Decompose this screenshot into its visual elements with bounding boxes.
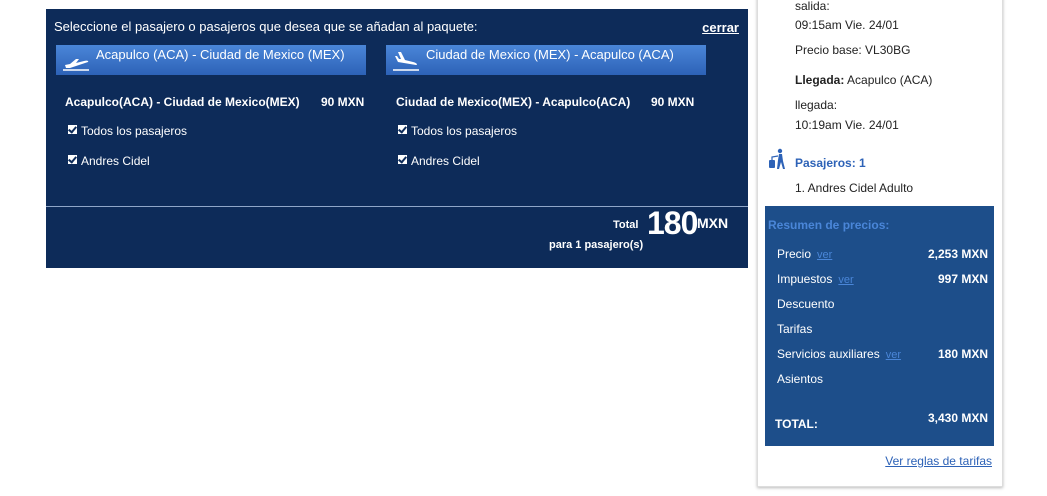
plane-landing-icon	[392, 48, 422, 72]
plane-takeoff-icon	[62, 48, 92, 72]
passenger-name: 1. Andres Cidel Adulto	[795, 181, 914, 195]
checkbox-checked-icon[interactable]	[398, 155, 407, 164]
price-summary-heading: Resumen de precios:	[768, 218, 890, 232]
total-label: Total	[613, 219, 639, 231]
checkbox-all-passengers-outbound[interactable]: Todos los pasajeros	[68, 124, 187, 138]
price-summary: Resumen de precios: Precio ver 2,253 MXN …	[765, 206, 994, 446]
total-amount: 180	[647, 205, 698, 241]
checkbox-label: Andres Cidel	[411, 154, 480, 168]
panel-heading: Seleccione el pasajero o pasajeros que d…	[54, 19, 478, 34]
checkbox-passenger-return[interactable]: Andres Cidel	[398, 154, 480, 168]
total-currency: MXN	[697, 215, 729, 231]
segment-price-outbound: 90 MXN	[321, 95, 365, 109]
checkbox-checked-icon[interactable]	[68, 155, 77, 164]
price-amount-servicios: 180 MXN	[937, 347, 988, 361]
ver-link[interactable]: ver	[817, 249, 832, 261]
itinerary-summary-sidebar: salida: 09:15am Vie. 24/01 Precio base: …	[757, 0, 1003, 487]
total-per-passenger: para 1 pasajero(s)	[549, 239, 644, 251]
departure-time: 09:15am Vie. 24/01	[795, 18, 899, 32]
checkbox-label: Todos los pasajeros	[411, 124, 518, 138]
fare-rules-link[interactable]: Ver reglas de tarifas	[885, 454, 992, 468]
checkbox-label: Todos los pasajeros	[81, 124, 188, 138]
checkbox-checked-icon[interactable]	[398, 125, 407, 134]
ver-link[interactable]: ver	[838, 274, 853, 286]
checkbox-all-passengers-return[interactable]: Todos los pasajeros	[398, 124, 517, 138]
price-amount-impuestos: 997 MXN	[937, 272, 988, 286]
segment-tab-label: Acapulco (ACA) - Ciudad de Mexico (MEX)	[96, 46, 345, 62]
departure-label: salida:	[795, 0, 830, 13]
divider	[46, 206, 748, 207]
price-row-precio: Precio ver	[777, 247, 833, 261]
segment-title-return: Ciudad de Mexico(MEX) - Acapulco(ACA)	[396, 95, 631, 109]
segment-tab-label: Ciudad de Mexico (MEX) - Acapulco (ACA)	[426, 46, 674, 62]
grand-total-label: TOTAL:	[775, 417, 818, 431]
arrival-line: Llegada: Acapulco (ACA)	[795, 73, 932, 87]
arrival-time-label: llegada:	[795, 98, 838, 112]
arrival-label: Llegada:	[795, 73, 845, 87]
ver-link[interactable]: ver	[886, 349, 901, 361]
segment-title-outbound: Acapulco(ACA) - Ciudad de Mexico(MEX)	[65, 95, 300, 109]
passengers-count: Pasajeros: 1	[795, 156, 866, 170]
arrival-place: Acapulco (ACA)	[847, 73, 933, 87]
checkbox-checked-icon[interactable]	[68, 125, 77, 134]
passenger-selection-panel: Seleccione el pasajero o pasajeros que d…	[46, 9, 748, 268]
price-row-tarifas: Tarifas	[777, 322, 813, 336]
price-amount-precio: 2,253 MXN	[927, 247, 988, 261]
checkbox-passenger-outbound[interactable]: Andres Cidel	[68, 154, 150, 168]
price-row-descuento: Descuento	[777, 297, 835, 311]
price-row-impuestos: Impuestos ver	[777, 272, 854, 286]
arrival-time: 10:19am Vie. 24/01	[795, 118, 899, 132]
segment-price-return: 90 MXN	[651, 95, 695, 109]
segment-tab-return[interactable]: Ciudad de Mexico (MEX) - Acapulco (ACA)	[386, 45, 706, 75]
grand-total-amount: 3,430 MXN	[927, 411, 988, 425]
segment-tab-outbound[interactable]: Acapulco (ACA) - Ciudad de Mexico (MEX)	[56, 45, 366, 75]
price-row-asientos: Asientos	[777, 372, 824, 386]
checkbox-label: Andres Cidel	[81, 154, 150, 168]
close-link[interactable]: cerrar	[702, 20, 739, 35]
passenger-luggage-icon	[768, 147, 788, 171]
price-row-servicios: Servicios auxiliares ver	[777, 347, 901, 361]
base-fare: Precio base: VL30BG	[795, 43, 911, 57]
